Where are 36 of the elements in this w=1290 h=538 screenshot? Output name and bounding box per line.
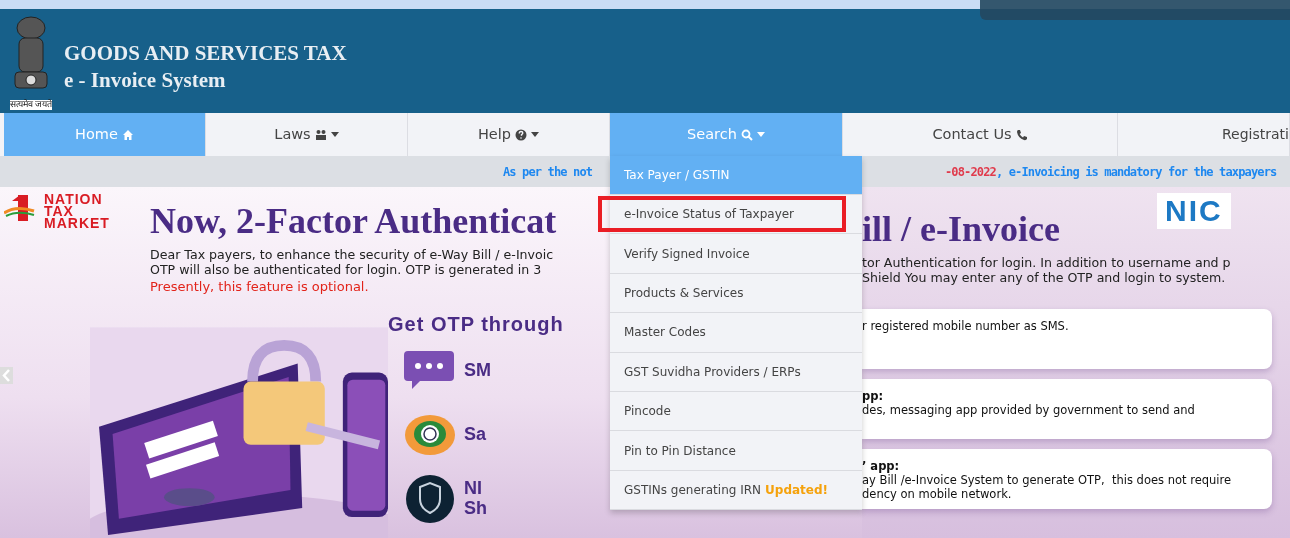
method-description: ’ app: ay Bill /e-Invoice System to generate OTP, this does not require dency on mobile network. [862,459,1233,501]
menu-item[interactable]: Verify Signed Invoice [610,234,862,274]
help-icon [515,128,528,141]
phone-icon [1015,128,1028,141]
updated-label: Updated! [765,481,828,499]
method-description: pp: des, messaging app provided by government to send and [862,389,1196,417]
nic-logo: NIC [1157,193,1231,229]
method-label: SM [464,360,491,381]
site-title: GOODS AND SERVICES TAX [64,40,347,67]
logo-text: NATION TAX MARKET [44,193,110,233]
menu-item[interactable]: GSTINs generating IRN Updated! [610,470,862,511]
people-icon [314,128,327,141]
banner-text: tor Authentication for login. In addition to username and p [862,255,1232,270]
shield-icon [404,474,456,523]
menu-item[interactable]: GST Suvidha Providers / ERPs [610,352,862,392]
site-subtitle: e - Invoice System [64,67,227,95]
banner-heading: Get OTP through [388,311,564,337]
menu-item[interactable]: Products & Services [610,273,862,314]
motto-text: सत्यमेव जयते [9,100,53,110]
method-description: r registered mobile number as SMS. [862,319,1070,333]
banner-text: Dear Tax payers, to enhance the security of e-Way Bill / e-Invoic [150,247,555,262]
chevron-left-icon [2,369,11,382]
banner-headline: Now, 2-Factor Authenticat [150,203,557,239]
banner-note: Presently, this feature is optional. [150,278,370,296]
banner-text: OTP will also be authenticated for login. OTP is generated in 3 [150,262,543,277]
method-label: NI Sh [464,478,487,519]
menu-item[interactable]: Pincode [610,391,862,432]
notice-text: As per the not [503,164,593,179]
banner-text: Shield You may enter any of the OTP and login to system. [862,270,1227,285]
home-icon [121,128,134,141]
search-icon [740,128,753,141]
method-label: Sa [464,424,487,445]
menu-item[interactable]: Master Codes [610,313,862,353]
notice-date: -08-2022 [945,163,996,181]
notice-text: , e-Invoicing is mandatory for the taxpayers [996,163,1277,181]
menu-item[interactable]: Pin to Pin Distance [610,431,862,471]
